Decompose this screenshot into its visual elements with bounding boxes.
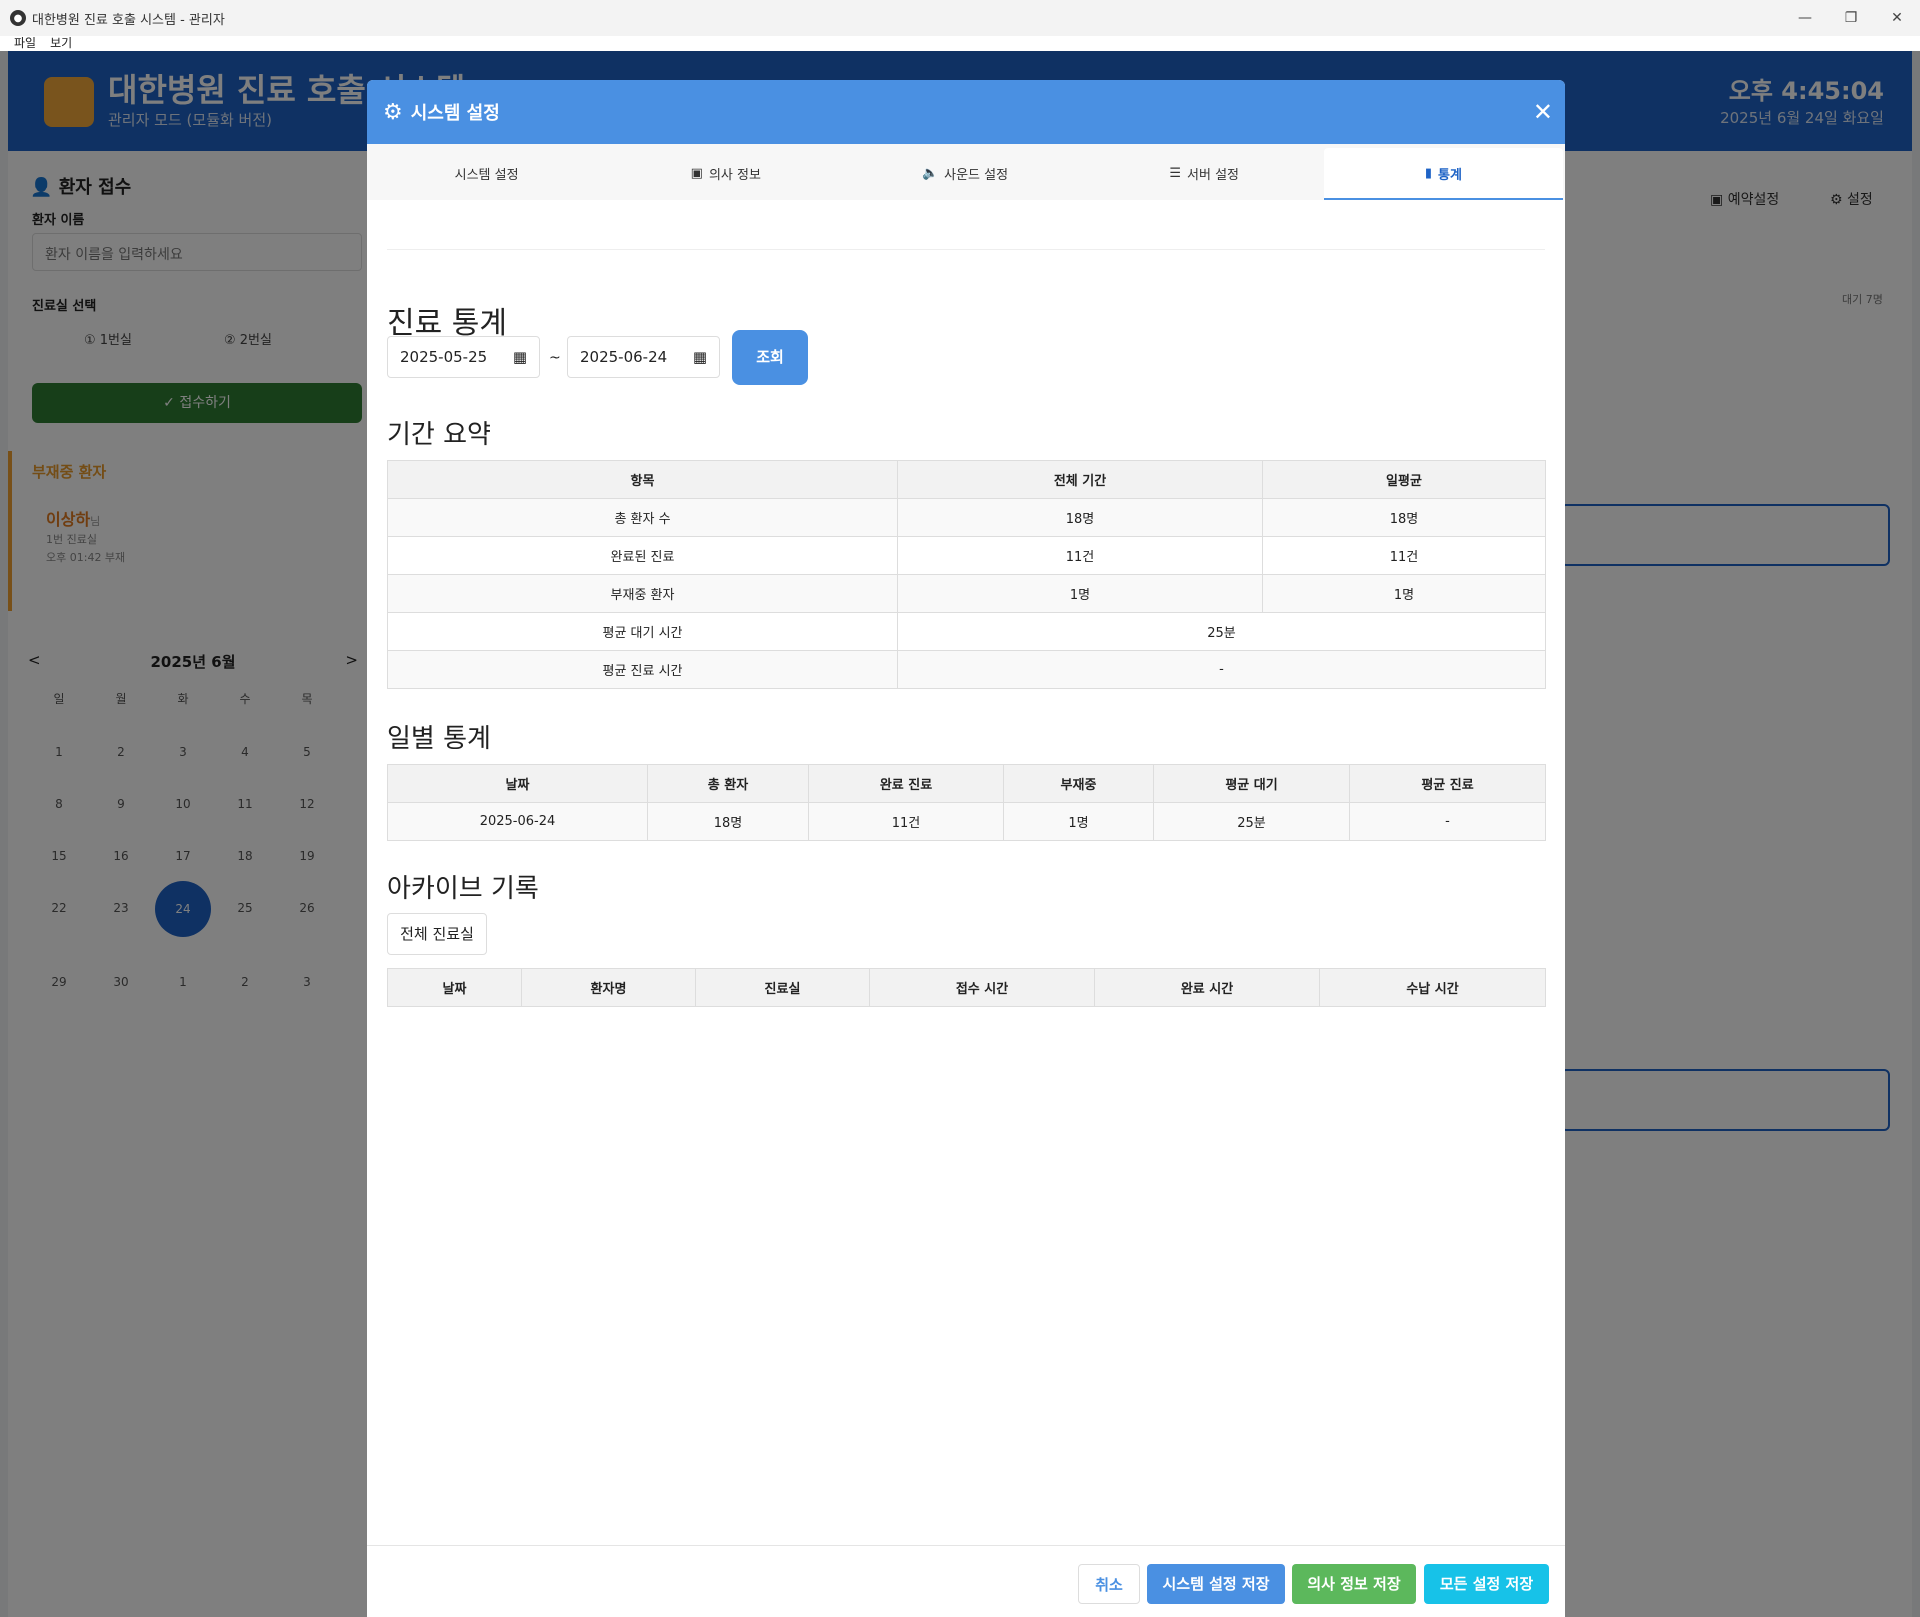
table-cell: 25분	[1153, 802, 1350, 841]
table-cell: 25분	[897, 612, 1546, 651]
close-window-icon[interactable]: ✕	[1874, 0, 1920, 36]
table-cell: 18명	[647, 802, 809, 841]
table-cell: 2025-06-24	[387, 802, 648, 841]
save-all-button[interactable]: 모든 설정 저장	[1424, 1564, 1549, 1604]
table-cell: 1명	[1262, 574, 1546, 613]
statistics-content: 진료 통계 2025-05-25 ▦ ~ 2025-06-24 ▦ 조회 기간 요약…	[367, 200, 1565, 1545]
table-cell: 부재중 환자	[387, 574, 898, 613]
column-header: 일평균	[1262, 460, 1546, 499]
table-cell: 18명	[897, 498, 1263, 537]
table-row: 2025-06-24 18명 11건 1명 25분 -	[387, 802, 1546, 841]
save-system-button[interactable]: 시스템 설정 저장	[1147, 1564, 1285, 1604]
date-range-separator: ~	[549, 350, 561, 366]
settings-modal: ⚙ 시스템 설정 ✕ 시스템 설정 ▣ 의사 정보 🔈 사운드 설정 ☰ 서버 설정 …	[367, 80, 1565, 1617]
daily-title: 일별 통계	[387, 724, 491, 754]
calendar-icon[interactable]: ▦	[513, 348, 527, 366]
start-date-input[interactable]: 2025-05-25 ▦	[387, 336, 540, 378]
end-date-input[interactable]: 2025-06-24 ▦	[567, 336, 720, 378]
table-row: 평균 진료 시간 -	[387, 650, 1546, 689]
cancel-button[interactable]: 취소	[1078, 1564, 1140, 1604]
table-cell: 1명	[1003, 802, 1154, 841]
table-row: 평균 대기 시간 25분	[387, 612, 1546, 651]
column-header: 진료실	[695, 968, 870, 1007]
column-header: 전체 기간	[897, 460, 1263, 499]
settings-tabs: 시스템 설정 ▣ 의사 정보 🔈 사운드 설정 ☰ 서버 설정 ▮ 통계	[367, 144, 1565, 200]
minimize-icon[interactable]: —	[1782, 0, 1828, 36]
calendar-icon[interactable]: ▦	[693, 348, 707, 366]
column-header: 항목	[387, 460, 898, 499]
table-cell: 11건	[897, 536, 1263, 575]
gear-icon: ⚙	[383, 99, 403, 125]
table-cell: -	[1349, 802, 1546, 841]
column-header: 평균 진료	[1349, 764, 1546, 803]
bar-chart-icon: ▮	[1424, 165, 1433, 181]
column-header: 평균 대기	[1153, 764, 1350, 803]
menu-bar: 파일 보기	[0, 36, 1920, 51]
restore-icon[interactable]: ❐	[1828, 0, 1874, 36]
menu-file[interactable]: 파일	[14, 36, 36, 51]
modal-footer: 취소 시스템 설정 저장 의사 정보 저장 모든 설정 저장	[367, 1545, 1565, 1617]
summary-title: 기간 요약	[387, 420, 491, 450]
room-filter-button[interactable]: 전체 진료실	[387, 913, 487, 955]
table-row: 부재중 환자 1명 1명	[387, 574, 1546, 613]
table-cell: 1명	[897, 574, 1263, 613]
divider	[387, 249, 1545, 250]
column-header: 날짜	[387, 968, 522, 1007]
tab-sound[interactable]: 🔈 사운드 설정	[845, 148, 1084, 200]
column-header: 완료 진료	[808, 764, 1004, 803]
modal-title: 시스템 설정	[410, 103, 500, 124]
table-row: 완료된 진료 11건 11건	[387, 536, 1546, 575]
search-button[interactable]: 조회	[732, 330, 808, 385]
column-header: 총 환자	[647, 764, 809, 803]
table-cell: 18명	[1262, 498, 1546, 537]
table-cell: 평균 진료 시간	[387, 650, 898, 689]
table-row: 총 환자 수 18명 18명	[387, 498, 1546, 537]
close-icon[interactable]: ✕	[1533, 98, 1553, 126]
modal-header: ⚙ 시스템 설정 ✕	[367, 80, 1565, 144]
id-card-icon: ▣	[690, 165, 703, 181]
table-header-row: 날짜 총 환자 완료 진료 부재중 평균 대기 평균 진료	[387, 764, 1546, 803]
column-header: 수납 시간	[1319, 968, 1546, 1007]
app-icon: ●	[10, 10, 26, 26]
tab-doctor[interactable]: ▣ 의사 정보	[606, 148, 845, 200]
save-doctor-button[interactable]: 의사 정보 저장	[1292, 1564, 1416, 1604]
table-cell: 완료된 진료	[387, 536, 898, 575]
column-header: 날짜	[387, 764, 648, 803]
table-header-row: 날짜 환자명 진료실 접수 시간 완료 시간 수납 시간	[387, 968, 1546, 1007]
window-title: 대한병원 진료 호출 시스템 - 관리자	[32, 12, 225, 28]
window-title-bar: ● 대한병원 진료 호출 시스템 - 관리자 — ❐ ✕	[0, 0, 1920, 36]
archive-table: 날짜 환자명 진료실 접수 시간 완료 시간 수납 시간	[387, 968, 1546, 1007]
table-header-row: 항목 전체 기간 일평균	[387, 460, 1546, 499]
table-cell: 총 환자 수	[387, 498, 898, 537]
database-icon: ☰	[1169, 165, 1182, 181]
tab-system[interactable]: 시스템 설정	[367, 148, 606, 200]
tab-statistics[interactable]: ▮ 통계	[1323, 148, 1564, 200]
table-cell: 평균 대기 시간	[387, 612, 898, 651]
column-header: 완료 시간	[1094, 968, 1320, 1007]
menu-view[interactable]: 보기	[50, 36, 72, 51]
column-header: 접수 시간	[869, 968, 1095, 1007]
column-header: 부재중	[1003, 764, 1154, 803]
column-header: 환자명	[521, 968, 696, 1007]
table-cell: -	[897, 650, 1546, 689]
speaker-icon: 🔈	[921, 165, 939, 181]
summary-table: 항목 전체 기간 일평균 총 환자 수 18명 18명 완료된 진료 11건 1…	[387, 460, 1546, 689]
tab-server[interactable]: ☰ 서버 설정	[1085, 148, 1324, 200]
archive-title: 아카이브 기록	[387, 874, 539, 904]
table-cell: 11건	[808, 802, 1004, 841]
window-controls: — ❐ ✕	[1782, 0, 1920, 36]
daily-table: 날짜 총 환자 완료 진료 부재중 평균 대기 평균 진료 2025-06-24…	[387, 764, 1546, 841]
table-cell: 11건	[1262, 536, 1546, 575]
